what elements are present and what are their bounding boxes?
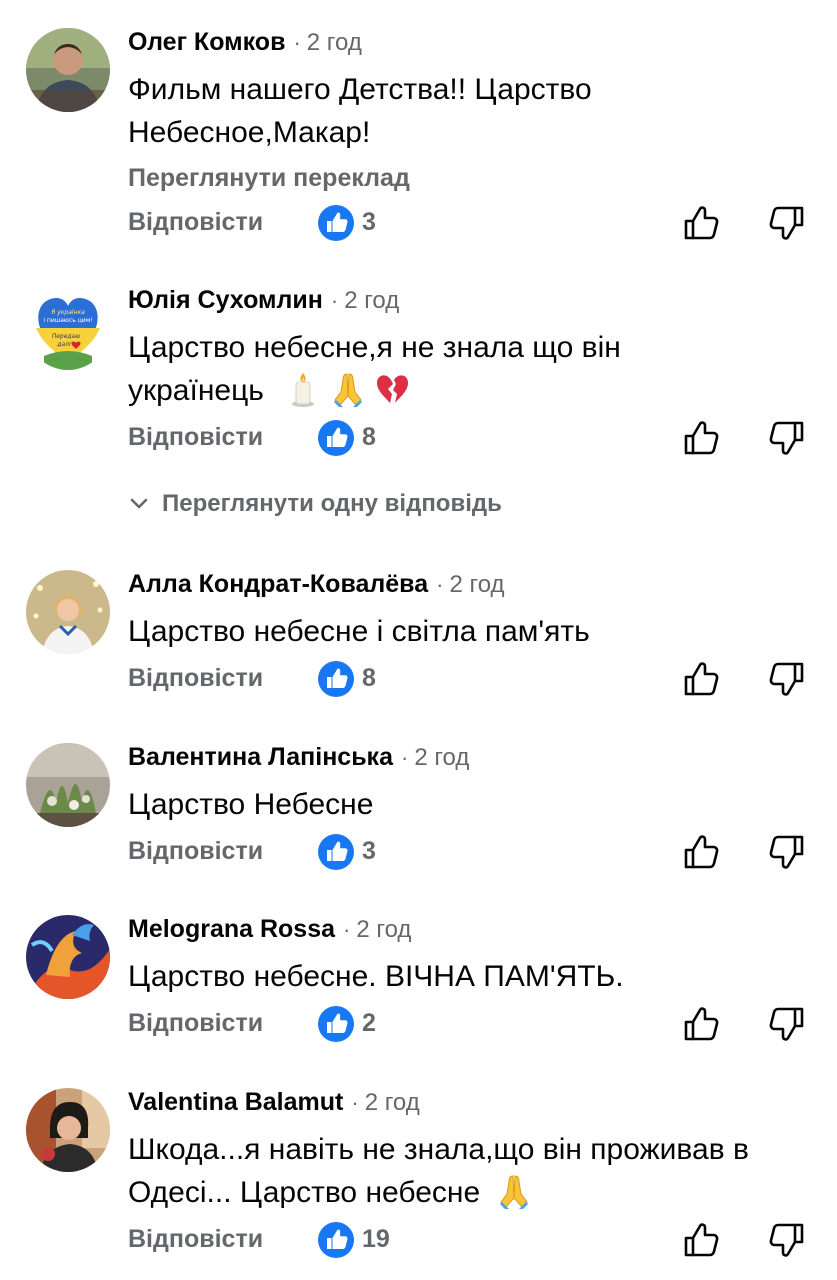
like-count[interactable]: 2: [362, 1009, 376, 1038]
thumb-up-icon[interactable]: [682, 1221, 720, 1259]
separator-dot: ·: [400, 745, 409, 770]
like-count[interactable]: 3: [362, 837, 376, 866]
like-count[interactable]: 19: [362, 1225, 390, 1254]
separator-dot: ·: [293, 30, 301, 55]
comment-header: Алла Кондрат-Ковалёва · 2 год: [128, 570, 505, 599]
reply-button[interactable]: Відповісти: [128, 1225, 263, 1254]
reply-button[interactable]: Відповісти: [128, 1009, 263, 1038]
view-translation-link[interactable]: Переглянути переклад: [128, 164, 410, 193]
avatar[interactable]: [26, 743, 110, 827]
comment-line: Царство небесне і світла пам'ять: [128, 615, 590, 648]
avatar[interactable]: Я українка і пишаюсь цим! Передаю далі: [26, 286, 110, 370]
comment-header: Олег Комков · 2 год: [128, 28, 362, 57]
comment-line: Царство небесне,я не знала що він: [128, 331, 621, 364]
comment-text: Шкода...я навіть не знала,що він прожива…: [128, 1128, 818, 1214]
chevron-down-icon: [128, 492, 150, 514]
comment-line: Царство небесне. ВІЧНА ПАМ'ЯТЬ.: [128, 960, 624, 993]
like-badge-icon[interactable]: [318, 661, 354, 697]
timestamp[interactable]: 2 год: [344, 287, 399, 314]
thumb-down-icon[interactable]: [768, 833, 806, 871]
author-name[interactable]: Олег Комков: [128, 28, 285, 56]
author-name[interactable]: Алла Кондрат-Ковалёва: [128, 570, 428, 598]
comment-text: Царство небесне і світла пам'ять: [128, 610, 818, 653]
comment-text: Фильм нашего Детства!! Царство Небесное,…: [128, 68, 818, 154]
separator-dot: ·: [343, 917, 351, 942]
author-name[interactable]: Юлія Сухомлин: [128, 286, 323, 314]
avatar[interactable]: [26, 28, 110, 112]
thumb-up-icon[interactable]: [682, 419, 720, 457]
author-name[interactable]: Валентина Лапінська: [128, 743, 393, 771]
comment-text: Царство небесне. ВІЧНА ПАМ'ЯТЬ.: [128, 955, 818, 998]
avatar[interactable]: [26, 570, 110, 654]
thumb-up-icon[interactable]: [682, 204, 720, 242]
timestamp[interactable]: 2 год: [307, 29, 362, 56]
thumb-down-icon[interactable]: [768, 660, 806, 698]
timestamp[interactable]: 2 год: [356, 916, 411, 943]
comment-actions: Відповісти 2: [0, 1005, 837, 1045]
reply-button[interactable]: Відповісти: [128, 837, 263, 866]
like-count[interactable]: 3: [362, 208, 376, 237]
comment-actions: Відповісти 19: [0, 1221, 837, 1261]
comment-line: українець: [128, 369, 818, 412]
avatar[interactable]: [26, 915, 110, 999]
comment-header: Melograna Rossa · 2 год: [128, 915, 411, 944]
thumb-up-icon[interactable]: [682, 660, 720, 698]
comment-line: Царство Небесне: [128, 788, 374, 821]
candle-emoji: [292, 373, 315, 407]
like-badge-icon[interactable]: [318, 205, 354, 241]
avatar-text: і пишаюсь цим!: [43, 317, 92, 324]
like-badge-icon[interactable]: [318, 834, 354, 870]
avatar-text: Я українка: [50, 309, 85, 316]
reply-button[interactable]: Відповісти: [128, 208, 263, 237]
comment-line-text: Одесі... Царство небесне: [128, 1176, 481, 1209]
timestamp[interactable]: 2 год: [449, 571, 504, 598]
comment-line: Шкода...я навіть не знала,що він прожива…: [128, 1133, 749, 1166]
comment-line: Одесі... Царство небесне: [128, 1171, 818, 1214]
author-name[interactable]: Valentina Balamut: [128, 1088, 343, 1116]
thumb-up-icon[interactable]: [682, 833, 720, 871]
comment-actions: Відповісти 8: [0, 419, 837, 459]
thumb-down-icon[interactable]: [768, 1005, 806, 1043]
thumb-down-icon[interactable]: [768, 204, 806, 242]
author-name[interactable]: Melograna Rossa: [128, 915, 335, 943]
reply-button[interactable]: Відповісти: [128, 664, 263, 693]
comment-header: Юлія Сухомлин · 2 год: [128, 286, 399, 315]
comment-line-text: українець: [128, 374, 264, 407]
view-replies-label: Переглянути одну відповідь: [162, 490, 502, 517]
separator-dot: ·: [330, 288, 339, 313]
comment-actions: Відповісти 3: [0, 204, 837, 244]
broken-heart-emoji: [376, 375, 408, 403]
comment-actions: Відповісти 8: [0, 660, 837, 700]
comment-actions: Відповісти 3: [0, 833, 837, 873]
comment-header: Valentina Balamut · 2 год: [128, 1088, 420, 1117]
pray-emoji: [333, 373, 362, 407]
avatar[interactable]: [26, 1088, 110, 1172]
reply-button[interactable]: Відповісти: [128, 423, 263, 452]
comment-line: Фильм нашего Детства!! Царство: [128, 73, 592, 106]
separator-dot: ·: [351, 1090, 359, 1115]
comment-line: Небесное,Макар!: [128, 116, 371, 149]
like-badge-icon[interactable]: [318, 1006, 354, 1042]
thumb-down-icon[interactable]: [768, 1221, 806, 1259]
timestamp[interactable]: 2 год: [414, 744, 469, 771]
comment-text: Царство небесне,я не знала що він україн…: [128, 326, 818, 412]
separator-dot: ·: [436, 572, 444, 597]
timestamp[interactable]: 2 год: [365, 1089, 420, 1116]
like-badge-icon[interactable]: [318, 420, 354, 456]
avatar-text: далі: [56, 341, 71, 348]
comment-header: Валентина Лапінська · 2 год: [128, 743, 469, 772]
view-replies-link[interactable]: Переглянути одну відповідь: [128, 490, 502, 518]
like-badge-icon[interactable]: [318, 1222, 354, 1258]
avatar-text: Передаю: [52, 333, 81, 340]
pray-emoji: [499, 1175, 528, 1209]
like-count[interactable]: 8: [362, 664, 376, 693]
like-count[interactable]: 8: [362, 423, 376, 452]
comment-text: Царство Небесне: [128, 783, 818, 826]
thumb-up-icon[interactable]: [682, 1005, 720, 1043]
thumb-down-icon[interactable]: [768, 419, 806, 457]
